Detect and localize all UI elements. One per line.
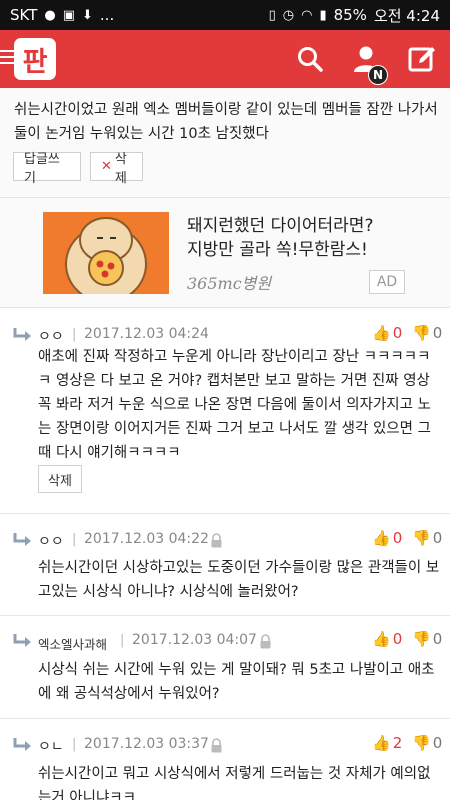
original-comment-text: 쉬는시간이었고 원래 엑소 멤버들이랑 같이 있는데 멤버들 잠깐 나가서 둘이… <box>14 102 438 142</box>
ad-image[interactable] <box>43 212 169 294</box>
reply-date: 2017.12.03 04:07 <box>132 632 257 648</box>
clock: 오전 4:24 <box>373 6 440 25</box>
reply-text: 애초에 진짜 작정하고 누운게 아니라 장난이리고 장난 ㅋㅋㅋㅋㅋㅋ 영상은 … <box>38 349 431 461</box>
reply-header: ㅇㄴ | 2017.12.03 03:37 👍 2 👎 0 <box>0 733 450 763</box>
reply-item: 엑소엘사과해 | 2017.12.03 04:07 👍 0 👎 0 시상식 쉬는… <box>0 616 450 719</box>
search-button[interactable] <box>294 43 326 75</box>
reply-nickname: ㅇㅇ <box>38 329 64 345</box>
thumbs-up-icon: 👍 <box>372 630 391 648</box>
signal-icon: ▮ <box>319 7 327 23</box>
status-right: ▯ ◷ ◠ ▮ 85% 오전 4:24 <box>269 5 440 26</box>
reply-text: 쉬는시간이던 시상하고있는 도중이던 가수들이랑 많은 관객들이 보고있는 시상… <box>38 560 440 600</box>
like-count: 2 <box>392 734 403 752</box>
wifi-icon: ◠ <box>301 7 313 23</box>
ad-subtitle: 지방만 골라 쏙!무한람스! <box>187 240 368 260</box>
thumbs-down-icon: 👎 <box>412 529 431 547</box>
ad-illustration <box>65 217 147 294</box>
write-button[interactable] <box>406 43 438 75</box>
reply-header: ㅇㅇ | 2017.12.03 04:22 👍 0 👎 0 <box>0 528 450 558</box>
reply-arrow-icon <box>13 634 31 647</box>
search-icon <box>298 47 323 72</box>
dislike-count: 0 <box>432 630 443 648</box>
dislike-count: 0 <box>432 529 443 547</box>
dislike-button[interactable]: 👎 0 <box>412 630 442 648</box>
like-count: 0 <box>392 630 403 648</box>
reply-header: 엑소엘사과해 | 2017.12.03 04:07 👍 0 👎 0 <box>0 629 450 659</box>
dislike-count: 0 <box>432 734 443 752</box>
lock-icon <box>260 634 271 649</box>
ad-title: 돼지런했던 다이어터라면? <box>187 216 374 236</box>
thumbs-up-icon: 👍 <box>372 324 391 342</box>
delete-button[interactable]: ✕ 삭제 <box>90 152 143 186</box>
dislike-count: 0 <box>432 324 443 342</box>
delete-label: 삭제 <box>114 151 127 186</box>
reply-arrow-icon <box>13 328 31 341</box>
reply-write-button[interactable]: 답글쓰기 <box>13 152 81 186</box>
reply-text: 쉬는시간이고 뭐고 시상식에서 저렇게 드러눕는 것 자체가 예의없는거 아니냐… <box>38 766 431 800</box>
like-button[interactable]: 👍 0 <box>372 529 402 547</box>
reply-arrow-icon <box>13 738 31 751</box>
ad-banner[interactable]: 돼지런했던 다이어터라면? 지방만 골라 쏙!무한람스! 365mc병원 AD <box>0 198 450 308</box>
ad-brand: 365mc병원 <box>187 274 272 293</box>
reply-item: ㅇㅇ | 2017.12.03 04:22 👍 0 👎 0 쉬는시간이던 시상하… <box>0 514 450 616</box>
thumbs-down-icon: 👎 <box>412 630 431 648</box>
reply-date: 2017.12.03 04:22 <box>84 531 209 547</box>
notification-badge[interactable]: N <box>368 65 388 85</box>
reply-delete-button[interactable]: 삭제 <box>38 465 82 493</box>
reply-nickname: 엑소엘사과해 <box>38 637 108 652</box>
separator: | <box>72 327 77 342</box>
like-button[interactable]: 👍 0 <box>372 630 402 648</box>
thumbs-up-icon: 👍 <box>372 529 391 547</box>
reply-item: ㅇㄴ | 2017.12.03 03:37 👍 2 👎 0 쉬는시간이고 뭐고 … <box>0 719 450 800</box>
original-comment: 쉬는시간이었고 원래 엑소 멤버들이랑 같이 있는데 멤버들 잠깐 나가서 둘이… <box>0 88 450 198</box>
notification-icon: ● <box>44 7 56 23</box>
reply-text: 시상식 쉬는 시간에 누워 있는 게 말이돼? 뭐 5초고 나발이고 애초에 왜… <box>38 662 435 702</box>
thumbs-down-icon: 👎 <box>412 324 431 342</box>
download-icon: ⬇ <box>82 7 93 23</box>
lock-icon <box>211 738 222 753</box>
lock-icon <box>211 533 222 548</box>
reply-item: ㅇㅇ | 2017.12.03 04:24 👍 0 👎 0 애초에 진짜 작정하… <box>0 309 450 514</box>
thumbs-down-icon: 👎 <box>412 734 431 752</box>
close-icon: ✕ <box>101 159 112 174</box>
app-header: 판 N <box>0 30 450 88</box>
battery-percent: 85% <box>333 6 367 24</box>
pann-logo[interactable]: 판 <box>14 38 56 80</box>
reply-date: 2017.12.03 04:24 <box>84 326 209 342</box>
dislike-button[interactable]: 👎 0 <box>412 324 442 342</box>
write-icon <box>408 47 435 72</box>
menu-icon[interactable] <box>0 50 14 68</box>
ad-tag: AD <box>369 270 405 294</box>
status-bar: SKT ● ▣ ⬇ ... ▯ ◷ ◠ ▮ 85% 오전 4:24 <box>0 0 450 30</box>
app-notification-icon: ▣ <box>62 7 75 23</box>
thumbs-up-icon: 👍 <box>372 734 391 752</box>
vibrate-icon: ▯ <box>268 7 276 23</box>
status-left: SKT ● ▣ ⬇ ... <box>10 6 114 24</box>
reply-arrow-icon <box>13 533 31 546</box>
reply-nickname: ㅇㅇ <box>38 534 64 550</box>
alarm-icon: ◷ <box>282 7 295 23</box>
dislike-button[interactable]: 👎 0 <box>412 734 442 752</box>
separator: | <box>72 737 77 752</box>
like-button[interactable]: 👍 0 <box>372 324 402 342</box>
separator: | <box>72 532 77 547</box>
dislike-button[interactable]: 👎 0 <box>412 529 442 547</box>
reply-nickname: ㅇㄴ <box>38 739 64 755</box>
like-count: 0 <box>392 324 403 342</box>
separator: | <box>120 633 125 648</box>
carrier-label: SKT <box>10 6 38 24</box>
like-button[interactable]: 👍 2 <box>372 734 402 752</box>
more-notifications: ... <box>99 6 115 24</box>
like-count: 0 <box>392 529 403 547</box>
reply-date: 2017.12.03 03:37 <box>84 736 209 752</box>
